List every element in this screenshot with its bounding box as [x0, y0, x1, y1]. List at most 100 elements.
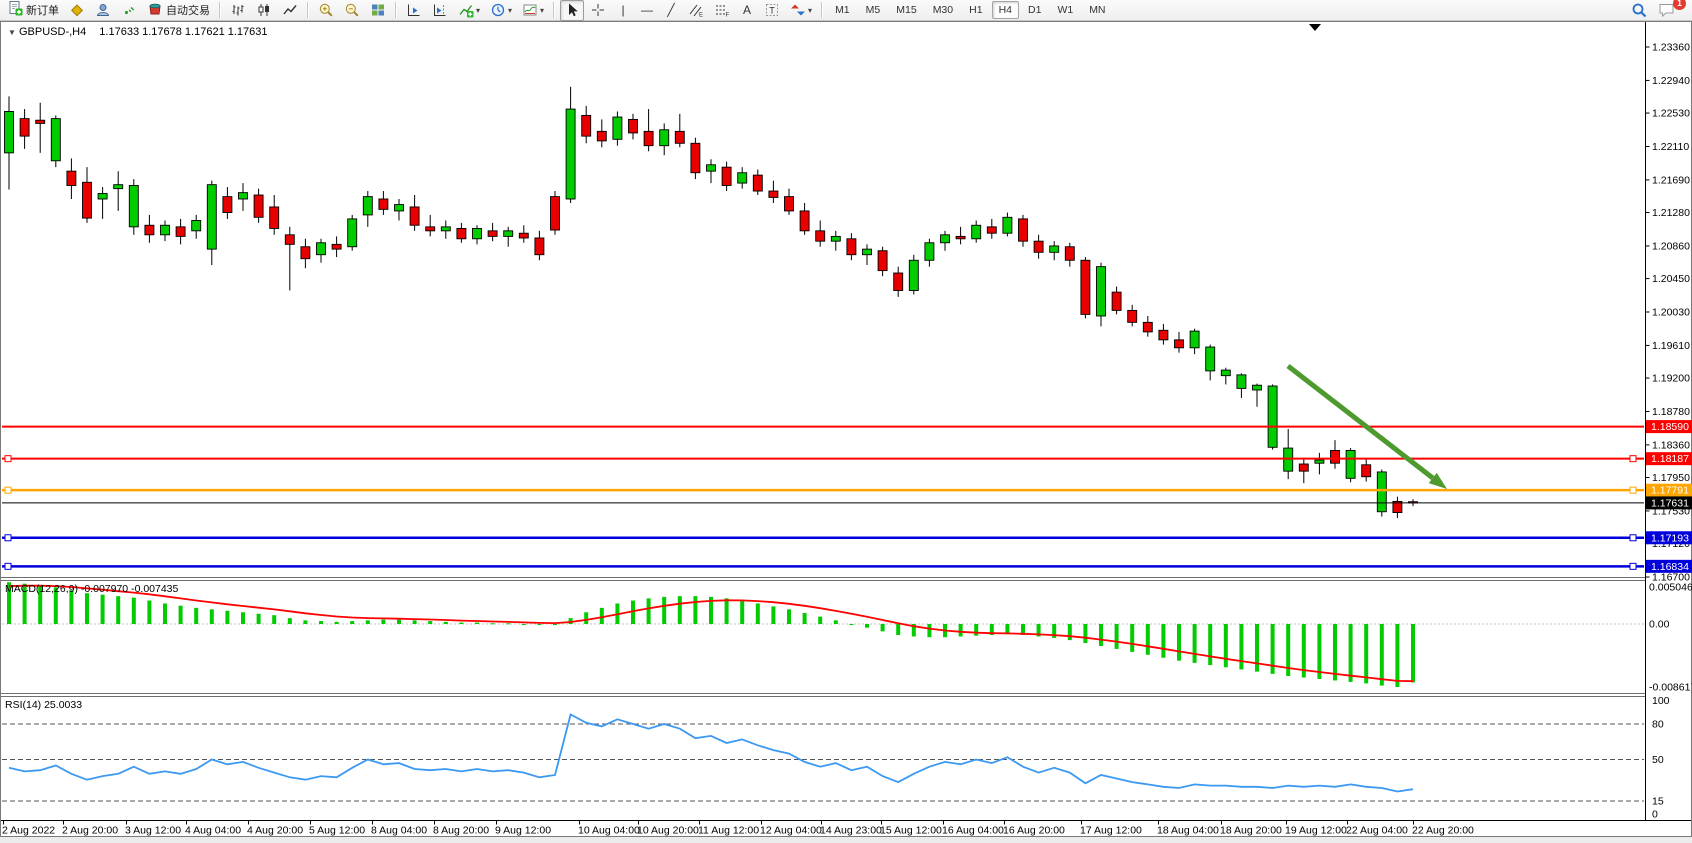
price-tick: 1.21280	[1652, 207, 1690, 219]
hline-handle[interactable]	[5, 563, 11, 569]
time-tick: 11 Aug 12:00	[698, 825, 759, 837]
time-tick: 16 Aug 20:00	[1003, 825, 1065, 837]
chart-window[interactable]: 1.233601.229401.225301.221101.216901.212…	[0, 21, 1692, 837]
hline-handle[interactable]	[1630, 456, 1636, 462]
new-order-label: 新订单	[26, 2, 59, 18]
tile-windows-button[interactable]	[366, 0, 390, 21]
timeframe-H4[interactable]: H4	[992, 1, 1019, 19]
zoom-in-button[interactable]	[314, 0, 338, 21]
notification-badge: 1	[1673, 0, 1686, 10]
time-tick: 18 Aug 04:00	[1157, 825, 1219, 837]
timeframe-M1[interactable]: M1	[828, 1, 857, 19]
candle	[1143, 322, 1152, 332]
auto-scroll-button[interactable]	[402, 0, 426, 21]
price-tick: 1.20860	[1652, 240, 1690, 252]
candle	[317, 243, 326, 255]
candle	[1299, 464, 1308, 471]
timeframe-W1[interactable]: W1	[1050, 1, 1080, 19]
candle	[972, 225, 981, 239]
toolbar-separator	[821, 2, 823, 18]
candle	[145, 225, 154, 235]
time-tick: 10 Aug 20:00	[637, 825, 699, 837]
metaquotes-button[interactable]	[65, 0, 89, 21]
timeframe-D1[interactable]: D1	[1021, 1, 1048, 19]
hline-handle[interactable]	[5, 487, 11, 493]
price-tick: 1.22530	[1652, 108, 1690, 120]
auto-trading-label: 自动交易	[166, 2, 210, 18]
candlestick-chart-button[interactable]	[252, 0, 276, 21]
candle	[348, 219, 357, 247]
candle	[769, 191, 778, 197]
timeframe-M5[interactable]: M5	[859, 1, 888, 19]
candle	[551, 197, 560, 230]
indicators-button[interactable]: ▾	[454, 0, 484, 21]
periods-button[interactable]: ▾	[486, 0, 516, 21]
crosshair-tool-button[interactable]	[586, 0, 610, 21]
arrow-objects-button[interactable]: ▾	[786, 0, 816, 21]
price-badge-label: 1.16834	[1651, 561, 1689, 573]
auto-trading-button[interactable]: 自动交易	[143, 0, 214, 21]
text-label-tool-button[interactable]: T	[760, 0, 784, 21]
text-tool-button[interactable]: A	[736, 0, 758, 21]
auto-trading-icon	[147, 0, 163, 21]
time-tick: 3 Aug 12:00	[125, 825, 181, 837]
candle	[301, 247, 310, 259]
candle	[925, 243, 934, 261]
candle	[1050, 246, 1059, 252]
vertical-line-tool-button[interactable]: |	[612, 0, 634, 21]
chevron-down-icon: ▾	[508, 6, 512, 15]
time-tick: 2 Aug 20:00	[62, 825, 118, 837]
templates-button[interactable]: ▾	[518, 0, 548, 21]
channel-tool-button[interactable]: E	[684, 0, 708, 21]
candle	[51, 119, 60, 161]
time-tick: 9 Aug 12:00	[495, 825, 551, 837]
candle	[441, 227, 450, 231]
candle	[535, 238, 544, 255]
signal-button[interactable]	[117, 0, 141, 21]
candle	[878, 251, 887, 271]
candle	[831, 236, 840, 241]
candle	[675, 131, 684, 143]
price-tick: 1.19610	[1652, 340, 1690, 352]
candle	[5, 111, 14, 152]
candle	[785, 197, 794, 211]
horizontal-line-tool-button[interactable]: —	[636, 0, 658, 21]
candle	[753, 175, 762, 191]
new-order-button[interactable]: 新订单	[3, 0, 63, 21]
timeframe-MN[interactable]: MN	[1082, 1, 1112, 19]
hline-handle[interactable]	[1630, 535, 1636, 541]
cursor-tool-button[interactable]	[560, 0, 584, 21]
price-tick: 1.19200	[1652, 373, 1690, 385]
community-button[interactable]	[91, 0, 115, 21]
timeframe-H1[interactable]: H1	[962, 1, 989, 19]
candle	[1159, 330, 1168, 340]
toolbar-separator	[219, 2, 221, 18]
timeframe-M30[interactable]: M30	[926, 1, 960, 19]
toolbar-separator	[395, 2, 397, 18]
candle	[1221, 370, 1230, 376]
hline-handle[interactable]	[1630, 563, 1636, 569]
toolbar: 新订单 自动交易 ▾ ▾ ▾ | — ╱ E F A T ▾ M1M5M15M3…	[0, 0, 1692, 21]
bar-chart-button[interactable]	[226, 0, 250, 21]
zoom-out-button[interactable]	[340, 0, 364, 21]
chart-canvas[interactable]: 1.233601.229401.225301.221101.216901.212…	[0, 21, 1692, 837]
hline-handle[interactable]	[5, 456, 11, 462]
candle	[36, 120, 45, 123]
hline-handle[interactable]	[5, 535, 11, 541]
candle	[1237, 375, 1246, 389]
hline-handle[interactable]	[1630, 487, 1636, 493]
time-tick: 14 Aug 23:00	[820, 825, 882, 837]
search-button[interactable]	[1627, 0, 1652, 21]
svg-text:E: E	[699, 13, 703, 19]
chart-shift-button[interactable]	[428, 0, 452, 21]
time-tick: 18 Aug 20:00	[1220, 825, 1282, 837]
notifications-button[interactable]: 1	[1654, 0, 1680, 21]
candle	[1315, 460, 1324, 463]
price-tick: 1.23360	[1652, 42, 1690, 54]
trendline-tool-button[interactable]: ╱	[660, 0, 682, 21]
line-chart-button[interactable]	[278, 0, 302, 21]
timeframe-M15[interactable]: M15	[889, 1, 923, 19]
fibonacci-tool-button[interactable]: F	[710, 0, 734, 21]
timeframe-bar: M1M5M15M30H1H4D1W1MN	[827, 1, 1113, 19]
time-tick: 5 Aug 12:00	[309, 825, 365, 837]
